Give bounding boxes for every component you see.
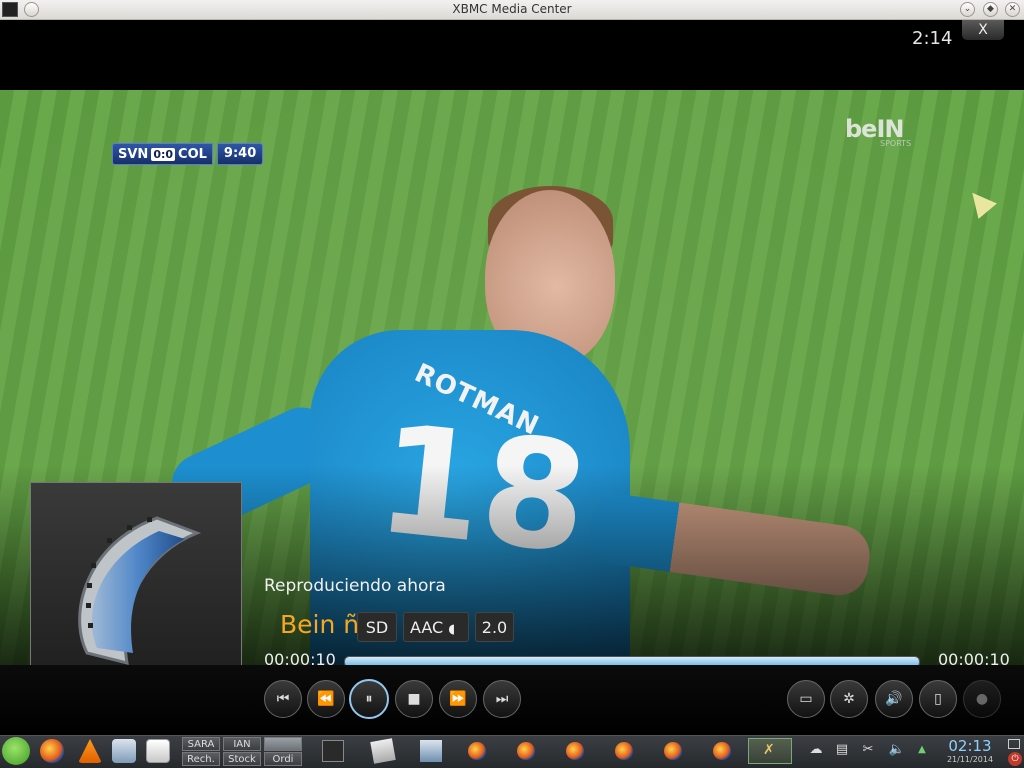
taskbar-date: 21/11/2014 (946, 755, 994, 764)
task-firefox-3[interactable] (566, 742, 584, 760)
mint-menu-icon[interactable] (2, 737, 30, 765)
rewind-icon: ⏪ (317, 691, 335, 707)
windows-icon[interactable] (146, 739, 170, 763)
minimize-button[interactable]: ⌄ (960, 2, 975, 17)
workspace-sara[interactable]: SARA (182, 737, 220, 751)
workspace-rech[interactable]: Rech. (182, 752, 220, 766)
firefox-icon[interactable] (40, 739, 64, 763)
skip-previous-button[interactable]: ⏮ (264, 680, 302, 718)
cloud-icon[interactable]: ☁ (805, 742, 827, 758)
pause-button[interactable]: ⏸ (349, 679, 389, 719)
scoreboard-time: 9:40 (216, 143, 264, 165)
task-firefox-4[interactable] (615, 742, 633, 760)
record-button[interactable]: ● (963, 680, 1001, 718)
rewind-button[interactable]: ⏪ (307, 680, 345, 718)
subtitles-icon: ▭ (799, 691, 813, 707)
info-button[interactable]: ▯ (919, 680, 957, 718)
taskbar-clock[interactable]: 02:13 (943, 737, 997, 755)
badge-channels: 2.0 (475, 612, 514, 642)
stop-button[interactable]: ■ (395, 680, 433, 718)
fast-forward-icon: ⏩ (449, 691, 467, 707)
document-icon: ▯ (934, 691, 942, 707)
media-thumbnail (30, 482, 242, 694)
battery-icon[interactable] (1008, 739, 1020, 749)
task-firefox-6[interactable] (713, 742, 731, 760)
stop-icon: ■ (407, 691, 421, 707)
task-terminal[interactable] (322, 740, 344, 762)
scissors-icon[interactable]: ✂ (860, 742, 876, 758)
speaker-icon: 🔊 (885, 691, 903, 707)
workspace-stock[interactable]: Stock (223, 752, 261, 766)
network-arrow-icon[interactable]: ▲ (914, 742, 930, 758)
workspace-ordi[interactable]: Ordi (264, 752, 302, 766)
media-title: Bein ñ (280, 610, 360, 639)
close-player-button[interactable]: X (962, 20, 1004, 40)
task-firefox-5[interactable] (664, 742, 682, 760)
maximize-button[interactable]: ◆ (983, 2, 998, 17)
mouse-cursor-icon (963, 185, 997, 219)
badge-audio-codec-label: AAC (410, 618, 444, 637)
clipboard-icon[interactable]: ▤ (834, 742, 850, 758)
badge-audio-codec: AAC ◖ (403, 612, 469, 642)
task-xbmc-active[interactable]: ✗ (748, 738, 792, 764)
scoreboard-team-left: SVN (118, 146, 149, 162)
badge-sd: SD (357, 612, 397, 642)
record-icon: ● (975, 691, 989, 707)
skip-next-button[interactable]: ⏭ (483, 680, 521, 718)
channel-logo-sub: SPORTS (880, 139, 912, 148)
window-title: XBMC Media Center (452, 2, 572, 16)
pause-icon: ⏸ (365, 691, 373, 707)
audio-wave-icon: ◖ (448, 622, 456, 637)
subtitles-button[interactable]: ▭ (787, 680, 825, 718)
volume-icon[interactable]: 🔈 (886, 742, 908, 758)
fast-forward-button[interactable]: ⏩ (439, 680, 477, 718)
task-firefox-1[interactable] (468, 742, 486, 760)
workspace-ian[interactable]: IAN (223, 737, 261, 751)
power-icon[interactable]: ⏻ (1008, 752, 1022, 766)
file-manager-icon[interactable] (112, 739, 136, 763)
scoreboard: SVN 0:0 COL 9:40 (112, 143, 264, 165)
task-notes[interactable] (370, 738, 396, 764)
xbmc-icon: ✗ (763, 742, 775, 758)
window-titlebar: XBMC Media Center ⌄ ◆ ✕ (0, 0, 1024, 20)
scoreboard-score: 0:0 (151, 147, 176, 161)
film-reel-icon (78, 516, 202, 666)
scoreboard-team-right: COL (178, 146, 207, 162)
close-window-button[interactable]: ✕ (1005, 2, 1020, 17)
video-settings-button[interactable]: ✲ (830, 680, 868, 718)
skip-previous-icon: ⏮ (276, 691, 290, 707)
player-top-bar (0, 20, 1024, 90)
task-calc[interactable] (420, 740, 442, 762)
audio-settings-button[interactable]: 🔊 (875, 680, 913, 718)
player-clock: 2:14 (912, 28, 953, 49)
task-firefox-2[interactable] (517, 742, 535, 760)
workspace-3[interactable] (264, 737, 302, 751)
now-playing-heading: Reproduciendo ahora (264, 576, 446, 596)
skip-next-icon: ⏭ (495, 691, 509, 707)
film-reel-icon: ✲ (843, 691, 855, 707)
